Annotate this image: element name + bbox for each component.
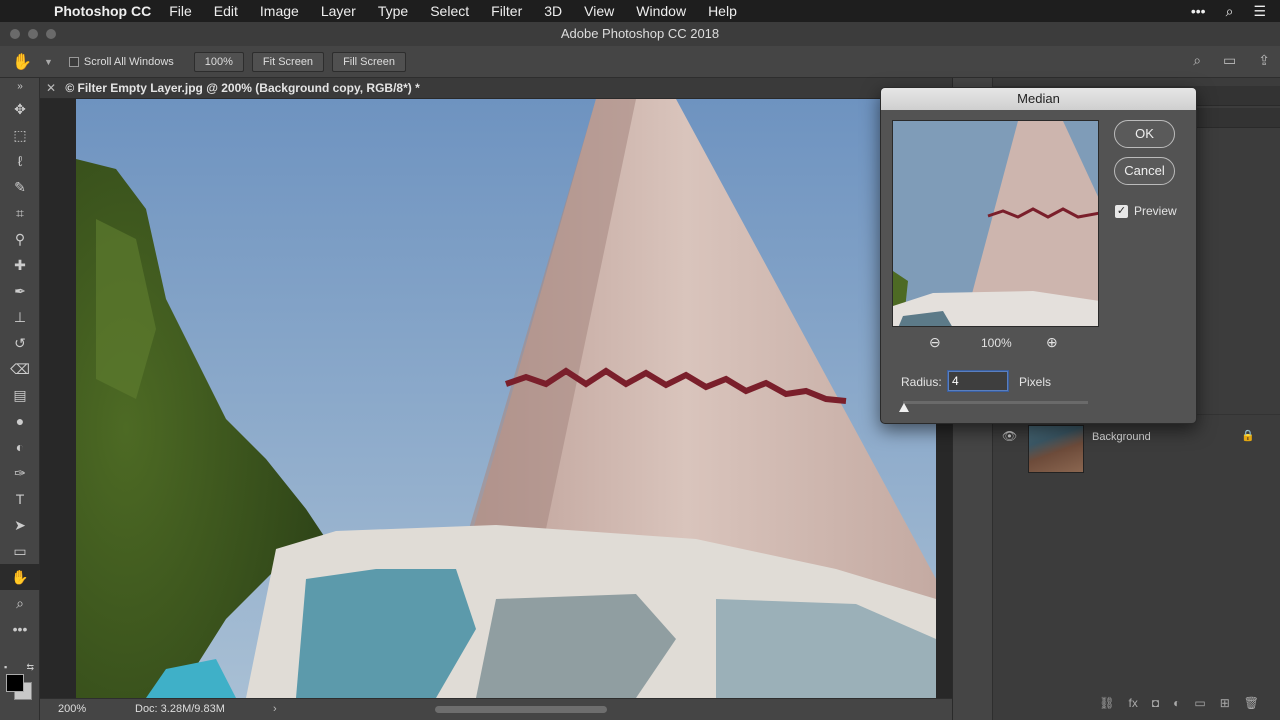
- marquee-tool-icon[interactable]: ⬚: [0, 122, 40, 148]
- fx-icon[interactable]: fx: [1129, 696, 1138, 710]
- radius-input[interactable]: [948, 371, 1008, 391]
- close-icon[interactable]: ✕: [40, 78, 62, 99]
- pen-tool-icon[interactable]: ✑: [0, 460, 40, 486]
- document-tab-title: © Filter Empty Layer.jpg @ 200% (Backgro…: [65, 81, 420, 95]
- radius-unit: Pixels: [1019, 375, 1052, 389]
- scroll-all-windows-label: Scroll All Windows: [83, 55, 174, 68]
- preview-window[interactable]: [892, 120, 1099, 327]
- zoom-tool-icon[interactable]: ⌕: [0, 590, 40, 616]
- brush-tool-icon[interactable]: ✒: [0, 278, 40, 304]
- layers-footer: ⛓ fx ◘ ◐ ▭ ⊞ 🗑: [994, 690, 1280, 716]
- checkmark-icon: ✓: [1115, 204, 1128, 218]
- shape-tool-icon[interactable]: ▭: [0, 538, 40, 564]
- chevron-down-icon[interactable]: ▼: [44, 57, 53, 67]
- preview-label: Preview: [1134, 204, 1177, 218]
- menu-3d[interactable]: 3D: [544, 3, 562, 19]
- horizontal-scrollbar[interactable]: [435, 706, 607, 713]
- menu-app-name[interactable]: Photoshop CC: [54, 3, 151, 19]
- document-tab[interactable]: ✕ © Filter Empty Layer.jpg @ 200% (Backg…: [40, 78, 952, 99]
- menu-view[interactable]: View: [584, 3, 614, 19]
- status-menu-arrow-icon[interactable]: ›: [273, 699, 277, 719]
- eraser-tool-icon[interactable]: ⌫: [0, 356, 40, 382]
- document-canvas[interactable]: [40, 99, 952, 698]
- preview-checkbox[interactable]: ✓ Preview: [1115, 204, 1177, 218]
- gradient-tool-icon[interactable]: ▤: [0, 382, 40, 408]
- menu-edit[interactable]: Edit: [214, 3, 238, 19]
- menu-select[interactable]: Select: [430, 3, 469, 19]
- zoom-out-icon[interactable]: ⊖: [929, 334, 941, 351]
- hand-tool-icon[interactable]: ✋: [0, 564, 40, 590]
- ok-button[interactable]: OK: [1114, 120, 1175, 148]
- radius-slider-track[interactable]: [903, 401, 1088, 404]
- more-tools-icon[interactable]: •••: [0, 616, 40, 642]
- lasso-tool-icon[interactable]: ℓ: [0, 148, 40, 174]
- default-colors-icon[interactable]: ▪: [4, 662, 7, 672]
- tools-panel: » ✥ ⬚ ℓ ✎ ⌗ ⚲ ✚ ✒ ⊥ ↺ ⌫ ▤ ● ◐ ✑ T ➤ ▭ ✋ …: [0, 78, 40, 720]
- path-select-tool-icon[interactable]: ➤: [0, 512, 40, 538]
- layer-thumbnail: [1028, 425, 1084, 473]
- radius-slider-thumb[interactable]: [899, 403, 909, 412]
- menu-file[interactable]: File: [169, 3, 192, 19]
- history-brush-tool-icon[interactable]: ↺: [0, 330, 40, 356]
- eye-icon[interactable]: 👁: [1002, 429, 1017, 443]
- window-title-bar: Adobe Photoshop CC 2018: [0, 22, 1280, 46]
- menu-help[interactable]: Help: [708, 3, 737, 19]
- zoom-in-icon[interactable]: ⊕: [1046, 334, 1058, 351]
- healing-brush-tool-icon[interactable]: ✚: [0, 252, 40, 278]
- dodge-tool-icon[interactable]: ◐: [0, 434, 40, 460]
- canvas-image: [76, 99, 936, 698]
- folder-icon[interactable]: ▭: [1194, 696, 1205, 710]
- foreground-color-swatch[interactable]: [6, 674, 24, 692]
- link-icon[interactable]: ⛓: [1099, 696, 1114, 710]
- menu-type[interactable]: Type: [378, 3, 408, 19]
- blur-tool-icon[interactable]: ●: [0, 408, 40, 434]
- menu-filter[interactable]: Filter: [491, 3, 522, 19]
- lock-icon: 🔒: [1241, 430, 1255, 442]
- workspace-icon[interactable]: ▭: [1223, 52, 1236, 69]
- menu-bar: Photoshop CC File Edit Image Layer Type …: [0, 0, 1280, 22]
- collapse-icon[interactable]: »: [0, 78, 40, 96]
- color-swatches[interactable]: ▪ ⇆: [4, 662, 36, 702]
- radius-label: Radius:: [901, 375, 942, 389]
- search-icon[interactable]: ⌕: [1193, 52, 1201, 69]
- adjustment-icon[interactable]: ◐: [1173, 696, 1180, 710]
- doc-size-info: Doc: 3.28M/9.83M: [135, 703, 225, 715]
- fill-screen-button[interactable]: Fill Screen: [332, 51, 407, 72]
- move-tool-icon[interactable]: ✥: [0, 96, 40, 122]
- eyedropper-tool-icon[interactable]: ⚲: [0, 226, 40, 252]
- cancel-button[interactable]: Cancel: [1114, 157, 1175, 185]
- options-bar: ✋ ▼ Scroll All Windows 100% Fit Screen F…: [0, 46, 1280, 78]
- radius-row: Radius: Pixels: [901, 371, 1181, 393]
- window-title: Adobe Photoshop CC 2018: [560, 26, 720, 41]
- preview-image: [893, 121, 1098, 326]
- search-icon[interactable]: ⌕: [1226, 3, 1234, 20]
- menu-layer[interactable]: Layer: [321, 3, 356, 19]
- preview-zoom-value: 100%: [981, 336, 1012, 350]
- window-controls[interactable]: [10, 29, 56, 39]
- status-bar: 200% Doc: 3.28M/9.83M ›: [40, 698, 952, 720]
- dialog-title: Median: [881, 88, 1196, 110]
- hand-tool-icon[interactable]: ✋: [0, 52, 44, 72]
- more-icon[interactable]: •••: [1191, 3, 1206, 19]
- scroll-all-windows-checkbox[interactable]: Scroll All Windows: [68, 55, 174, 68]
- share-icon[interactable]: ⇪: [1258, 52, 1270, 69]
- crop-tool-icon[interactable]: ⌗: [0, 200, 40, 226]
- preview-zoom-row: ⊖ 100% ⊕: [892, 334, 1099, 352]
- new-layer-icon[interactable]: ⊞: [1220, 696, 1230, 710]
- zoom-level[interactable]: 200%: [58, 699, 86, 719]
- menu-image[interactable]: Image: [260, 3, 299, 19]
- zoom-100-button[interactable]: 100%: [193, 51, 244, 72]
- median-dialog: Median ⊖ 100% ⊕ OK Cancel ✓ Preview Radi…: [880, 87, 1197, 424]
- fit-screen-button[interactable]: Fit Screen: [251, 51, 325, 72]
- menu-window[interactable]: Window: [636, 3, 686, 19]
- mask-icon[interactable]: ◘: [1152, 696, 1159, 710]
- trash-icon[interactable]: 🗑: [1244, 696, 1259, 710]
- list-icon[interactable]: ☰: [1253, 3, 1266, 20]
- swap-colors-icon[interactable]: ⇆: [26, 662, 34, 673]
- stamp-tool-icon[interactable]: ⊥: [0, 304, 40, 330]
- type-tool-icon[interactable]: T: [0, 486, 40, 512]
- layer-name[interactable]: Background: [1092, 431, 1151, 443]
- quick-select-tool-icon[interactable]: ✎: [0, 174, 40, 200]
